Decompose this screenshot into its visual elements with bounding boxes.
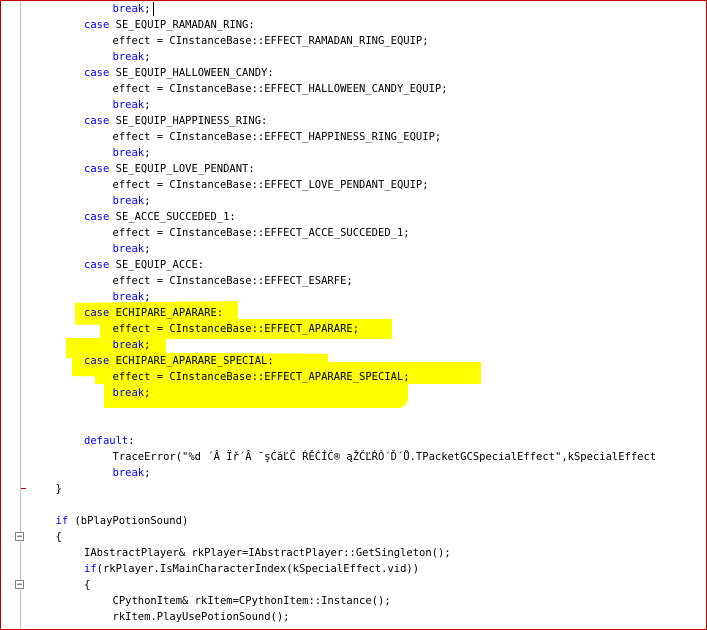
keyword-token: break	[112, 291, 145, 303]
keyword-token: if	[55, 515, 69, 527]
code-text: SE_EQUIP_RAMADAN_RING:	[109, 19, 255, 31]
keyword-token: break	[112, 243, 145, 255]
code-text: effect = CInstanceBase::EFFECT_LOVE_PEND…	[112, 179, 429, 191]
fold-collapse-icon[interactable]: −	[15, 580, 24, 590]
code-line: effect = CInstanceBase::EFFECT_LOVE_PEND…	[113, 177, 429, 193]
keyword-token: case	[84, 211, 110, 223]
code-text: rkItem.PlayUsePotionSound();	[112, 611, 290, 623]
code-line: case ECHIPARE_APARARE:	[84, 305, 223, 321]
code-line: effect = CInstanceBase::EFFECT_RAMADAN_R…	[113, 33, 429, 49]
code-line: case SE_EQUIP_HALLOWEEN_CANDY:	[84, 65, 274, 81]
code-line: case SE_ACCE_SUCCEDED_1:	[84, 209, 236, 225]
keyword-token: break	[112, 147, 145, 159]
text-caret	[153, 2, 154, 16]
code-text: ;	[144, 291, 151, 303]
code-line: TraceError("%d ´Â Ïř´Â ˘şĆăĽČ ŔĚĆÍĆ® ąŽČ…	[113, 449, 657, 465]
code-text: IAbstractPlayer& rkPlayer=IAbstractPlaye…	[84, 547, 451, 559]
code-line: {	[84, 577, 90, 593]
fold-collapse-icon[interactable]: −	[15, 532, 24, 542]
code-text: effect = CInstanceBase::EFFECT_RAMADAN_R…	[112, 35, 429, 47]
code-line: effect = CInstanceBase::EFFECT_ACCE_SUCC…	[113, 225, 410, 241]
keyword-token: case	[84, 163, 110, 175]
code-text: SE_EQUIP_HAPPINESS_RING:	[109, 115, 268, 127]
code-text: ;	[144, 99, 151, 111]
keyword-token: case	[84, 259, 110, 271]
code-text: ;	[144, 243, 151, 255]
code-text: SE_EQUIP_LOVE_PENDANT:	[109, 163, 255, 175]
code-text: }	[55, 483, 62, 495]
code-line: effect = CInstanceBase::EFFECT_HALLOWEEN…	[113, 81, 448, 97]
code-text: effect = CInstanceBase::EFFECT_HALLOWEEN…	[112, 83, 448, 95]
code-editor[interactable]: − − break; case SE_EQUIP_RAMADAN_RING: eff…	[0, 0, 707, 630]
code-line: break;	[113, 385, 151, 401]
code-text: TraceError("%d ´Â Ïř´Â ˘şĆăĽČ ŔĚĆÍĆ® ąŽČ…	[112, 451, 657, 463]
code-text: ECHIPARE_APARARE_SPECIAL:	[109, 355, 274, 367]
keyword-token: break	[112, 51, 145, 63]
code-line: break;	[113, 241, 151, 257]
code-text: {	[84, 579, 91, 591]
code-line: effect = CInstanceBase::EFFECT_ESARFE;	[113, 273, 353, 289]
code-text: ;	[144, 467, 151, 479]
code-text: effect = CInstanceBase::EFFECT_APARARE;	[112, 323, 360, 335]
code-line: CPythonItem& rkItem=CPythonItem::Instanc…	[113, 593, 391, 609]
keyword-token: case	[84, 307, 110, 319]
code-text: :	[128, 435, 135, 447]
code-text: ;	[144, 51, 151, 63]
code-line: {	[56, 529, 62, 545]
code-line: case ECHIPARE_APARARE_SPECIAL:	[84, 353, 274, 369]
code-line: effect = CInstanceBase::EFFECT_APARARE;	[113, 321, 360, 337]
code-text: SE_EQUIP_ACCE:	[109, 259, 205, 271]
code-line: break;	[113, 289, 151, 305]
code-text: ;	[144, 147, 151, 159]
keyword-token: case	[84, 115, 110, 127]
code-line: break;	[113, 465, 151, 481]
keyword-token: break	[112, 339, 145, 351]
keyword-token: break	[112, 467, 145, 479]
code-text: ;	[144, 339, 151, 351]
code-line: break;	[113, 337, 151, 353]
code-line: break;	[113, 97, 151, 113]
code-line: case SE_EQUIP_RAMADAN_RING:	[84, 17, 255, 33]
code-line: break;	[113, 1, 151, 17]
code-line: rkItem.PlayUsePotionSound();	[113, 609, 290, 625]
keyword-token: break	[112, 195, 145, 207]
code-line: default:	[84, 433, 135, 449]
code-text: effect = CInstanceBase::EFFECT_HAPPINESS…	[112, 131, 442, 143]
keyword-token: break	[112, 387, 145, 399]
code-text: ;	[144, 195, 151, 207]
editor-gutter: − −	[1, 0, 26, 630]
code-line: case SE_EQUIP_ACCE:	[84, 257, 204, 273]
code-text: effect = CInstanceBase::EFFECT_ESARFE;	[112, 275, 353, 287]
code-line: effect = CInstanceBase::EFFECT_HAPPINESS…	[113, 129, 442, 145]
code-line: break;	[113, 193, 151, 209]
code-line: case SE_EQUIP_HAPPINESS_RING:	[84, 113, 267, 129]
code-text: ;	[144, 3, 151, 15]
code-area[interactable]: break; case SE_EQUIP_RAMADAN_RING: effect …	[26, 0, 707, 630]
code-line: effect = CInstanceBase::EFFECT_APARARE_S…	[113, 369, 410, 385]
code-text: SE_ACCE_SUCCEDED_1:	[109, 211, 236, 223]
code-text: SE_EQUIP_HALLOWEEN_CANDY:	[109, 67, 274, 79]
keyword-token: case	[84, 355, 110, 367]
code-line: case SE_EQUIP_LOVE_PENDANT:	[84, 161, 255, 177]
code-text: ;	[144, 387, 151, 399]
code-text: {	[55, 531, 62, 543]
code-line: if(rkPlayer.IsMainCharacterIndex(kSpecia…	[84, 561, 419, 577]
code-text: (bPlayPotionSound)	[68, 515, 189, 527]
keyword-token: break	[112, 99, 145, 111]
keyword-token: case	[84, 67, 110, 79]
code-text: effect = CInstanceBase::EFFECT_APARARE_S…	[112, 371, 410, 383]
code-text: effect = CInstanceBase::EFFECT_ACCE_SUCC…	[112, 227, 410, 239]
keyword-token: case	[84, 19, 110, 31]
code-line: if (bPlayPotionSound)	[56, 513, 189, 529]
code-line: break;	[113, 49, 151, 65]
code-line: break;	[113, 145, 151, 161]
code-text: CPythonItem& rkItem=CPythonItem::Instanc…	[112, 595, 391, 607]
keyword-token: break	[112, 3, 145, 15]
keyword-token: if	[84, 563, 97, 575]
keyword-token: default	[84, 435, 129, 447]
code-text: ECHIPARE_APARARE:	[109, 307, 224, 319]
code-line: IAbstractPlayer& rkPlayer=IAbstractPlaye…	[84, 545, 451, 561]
code-line: }	[56, 481, 62, 497]
code-text: (rkPlayer.IsMainCharacterIndex(kSpecialE…	[96, 563, 420, 575]
